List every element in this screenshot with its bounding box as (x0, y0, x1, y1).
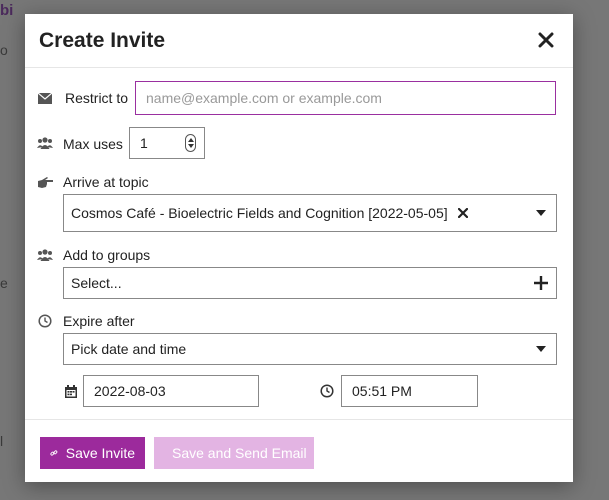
expire-time-value: 05:51 PM (352, 383, 412, 399)
modal-title: Create Invite (39, 29, 166, 52)
chevron-down-icon (536, 346, 546, 352)
restrict-to-placeholder: name@example.com or example.com (146, 90, 382, 106)
groups-placeholder: Select... (71, 275, 122, 291)
background-title-fragment: bi (0, 2, 14, 19)
save-invite-label: Save Invite (65, 445, 135, 461)
link-icon (50, 450, 58, 456)
expire-time-input[interactable]: 05:51 PM (341, 375, 478, 407)
modal-footer: Save Invite Save and Send Email (25, 419, 573, 482)
clock-icon (37, 313, 53, 329)
clock-icon (319, 383, 335, 399)
plus-icon[interactable] (534, 276, 548, 290)
chevron-down-icon (536, 210, 546, 216)
expire-after-select[interactable]: Pick date and time (63, 333, 557, 365)
create-invite-modal: Create Invite Restrict to name@example.c… (25, 14, 573, 482)
restrict-to-input[interactable]: name@example.com or example.com (135, 81, 556, 115)
users-icon (37, 135, 53, 151)
expire-after-selected-value: Pick date and time (71, 341, 187, 357)
save-and-send-email-label: Save and Send Email (172, 445, 307, 461)
calendar-icon (63, 383, 79, 399)
groups-select[interactable]: Select... (63, 267, 557, 299)
hand-pointing-icon (37, 174, 53, 190)
save-invite-button[interactable]: Save Invite (40, 437, 145, 469)
restrict-to-label: Restrict to (65, 90, 129, 106)
add-to-groups-label: Add to groups (63, 247, 151, 263)
topic-selected-value: Cosmos Café - Bioelectric Fields and Cog… (71, 205, 448, 221)
background-text-fragment: l (0, 433, 4, 449)
modal-header: Create Invite (25, 14, 573, 68)
users-icon (37, 247, 53, 263)
expire-date-value: 2022-08-03 (94, 383, 166, 399)
envelope-icon (37, 90, 53, 106)
stepper-arrows[interactable] (185, 134, 196, 152)
expire-date-input[interactable]: 2022-08-03 (83, 375, 259, 407)
save-and-send-email-button[interactable]: Save and Send Email (154, 437, 314, 469)
max-uses-value: 1 (140, 135, 148, 151)
close-icon (538, 32, 554, 48)
max-uses-stepper[interactable]: 1 (129, 127, 205, 159)
max-uses-label: Max uses (63, 136, 123, 152)
close-button[interactable] (535, 28, 557, 52)
arrive-at-topic-label: Arrive at topic (63, 174, 149, 190)
clear-topic-icon[interactable] (457, 208, 468, 218)
expire-after-label: Expire after (63, 313, 135, 329)
topic-select[interactable]: Cosmos Café - Bioelectric Fields and Cog… (63, 194, 557, 232)
background-text-fragment: e (0, 275, 8, 291)
background-text-fragment: o (0, 42, 8, 58)
